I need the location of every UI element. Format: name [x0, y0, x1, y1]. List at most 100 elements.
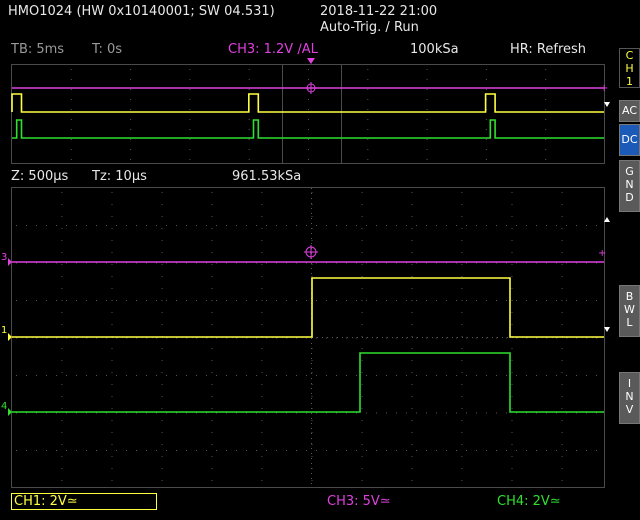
grid-dot	[561, 444, 563, 445]
grid-dot	[111, 420, 113, 421]
grid-dot	[476, 450, 477, 451]
grid-dot	[361, 324, 363, 325]
grid-dot	[361, 240, 363, 241]
grid-dot	[545, 79, 547, 80]
grid-dot	[511, 420, 513, 421]
grid-dot	[456, 412, 457, 414]
grid-dot	[496, 300, 497, 301]
grid-dot	[96, 450, 97, 451]
grid-dot	[506, 412, 507, 414]
grid-dot	[246, 300, 247, 301]
grid-dot	[61, 372, 63, 373]
grid-dot	[346, 375, 347, 376]
grid-dot	[86, 375, 87, 376]
grid-dot	[561, 348, 563, 349]
grid-dot	[367, 119, 369, 120]
grid-dot	[196, 225, 197, 226]
grid-dot	[416, 375, 417, 376]
grid-dot	[61, 444, 63, 445]
grid-dot	[367, 129, 369, 130]
ch4-scale-readout[interactable]: CH4: 2V≃	[497, 494, 561, 509]
grid-dot	[426, 337, 427, 339]
grid-dot	[111, 276, 113, 277]
grid-dot	[276, 450, 277, 451]
grid-dot	[326, 337, 327, 339]
grid-dot	[361, 468, 363, 469]
grid-dot	[261, 420, 263, 421]
grid-dot	[367, 99, 369, 100]
grid-dot	[211, 204, 213, 205]
grid-dot	[511, 192, 513, 193]
grid-dot	[586, 450, 587, 451]
grid-dot	[189, 99, 191, 100]
grid-dot	[111, 444, 113, 445]
grid-dot	[376, 337, 377, 339]
grid-dot	[46, 300, 47, 301]
grid-dot	[206, 225, 207, 226]
grid-dot	[361, 384, 363, 385]
grid-dot	[111, 228, 113, 229]
grid-dot	[296, 375, 297, 376]
grid-dot	[561, 408, 563, 409]
grid-dot	[211, 408, 213, 409]
grid-dot	[316, 225, 317, 226]
ch1-scale-readout[interactable]: CH1: 2V≃	[14, 494, 78, 509]
grid-dot	[461, 300, 463, 301]
grid-dot	[226, 225, 227, 226]
ch3-ground-marker[interactable]: 3	[1, 252, 7, 263]
grid-dot	[261, 288, 263, 289]
grid-dot	[416, 450, 417, 451]
ch4-ground-marker[interactable]: 4	[1, 401, 7, 412]
grid-dot	[266, 375, 267, 376]
grid-dot	[346, 337, 347, 339]
grid-dot	[248, 119, 250, 120]
grid-dot	[511, 432, 513, 433]
ch1-ground-marker[interactable]: 1	[1, 325, 7, 336]
grid-dot	[311, 216, 313, 217]
grid-dot	[186, 225, 187, 226]
overview-ch3-end-marker: +	[600, 83, 608, 94]
grid-dot	[56, 300, 57, 301]
grid-dot	[216, 450, 217, 451]
grid-dot	[511, 288, 513, 289]
grid-dot	[146, 300, 147, 301]
grid-dot	[116, 450, 117, 451]
grid-dot	[367, 69, 369, 70]
grid-dot	[311, 264, 313, 265]
grid-dot	[211, 480, 213, 481]
zoom-trace-ch1	[12, 277, 604, 338]
grid-dot	[211, 276, 213, 277]
grid-dot	[130, 89, 132, 90]
grid-dot	[111, 348, 113, 349]
grid-dot	[106, 225, 107, 226]
grid-dot	[411, 420, 413, 421]
grid-dot	[411, 240, 413, 241]
grid-dot	[586, 225, 587, 226]
grid-dot	[411, 252, 413, 253]
grid-dot	[367, 89, 369, 90]
grid-dot	[411, 444, 413, 445]
grid-dot	[561, 360, 563, 361]
ch3-scale-readout[interactable]: CH3: 5V≃	[327, 494, 391, 509]
grid-dot	[106, 450, 107, 451]
grid-dot	[186, 450, 187, 451]
grid-dot	[261, 204, 263, 205]
overview-grid-dots	[70, 69, 547, 160]
grid-dot	[189, 79, 191, 80]
grid-dot	[176, 375, 177, 376]
grid-dot	[411, 432, 413, 433]
grid-dot	[361, 372, 363, 373]
grid-dot	[161, 288, 163, 289]
grid-dot	[561, 480, 563, 481]
grid-dot	[166, 225, 167, 226]
grid-dot	[366, 337, 367, 339]
grid-dot	[308, 159, 309, 160]
grid-dot	[296, 300, 297, 301]
grid-dot	[545, 129, 547, 130]
zoom-ch3-end-marker: +	[598, 248, 606, 259]
grid-dot	[70, 99, 72, 100]
grid-dot	[426, 99, 428, 100]
grid-dot	[61, 276, 63, 277]
grid-dot	[256, 225, 257, 226]
grid-dot	[376, 412, 377, 414]
